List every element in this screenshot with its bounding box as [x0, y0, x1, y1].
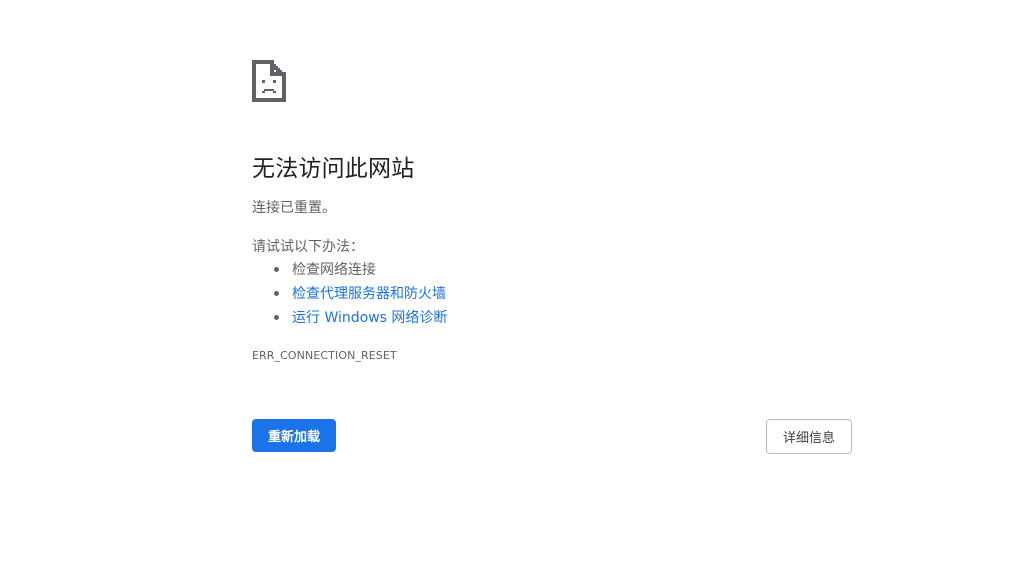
sad-page-icon — [252, 60, 286, 102]
details-button[interactable]: 详细信息 — [766, 419, 852, 454]
bullet-icon — [274, 315, 279, 320]
suggestion-item: 运行 Windows 网络诊断 — [252, 307, 447, 331]
error-title: 无法访问此网站 — [252, 156, 415, 182]
error-code: ERR_CONNECTION_RESET — [252, 349, 397, 362]
suggestions-list: 检查网络连接 检查代理服务器和防火墙 运行 Windows 网络诊断 — [252, 259, 447, 331]
suggestion-check-proxy-link[interactable]: 检查代理服务器和防火墙 — [292, 286, 446, 302]
reload-button[interactable]: 重新加载 — [252, 419, 336, 452]
suggestion-item: 检查网络连接 — [252, 259, 447, 283]
suggestion-network-diagnostics-link[interactable]: 运行 Windows 网络诊断 — [292, 310, 447, 326]
bullet-icon — [274, 291, 279, 296]
suggestion-item: 检查代理服务器和防火墙 — [252, 283, 447, 307]
error-description: 连接已重置。 — [252, 200, 336, 216]
suggestions-heading: 请试试以下办法： — [252, 239, 364, 255]
suggestion-check-network: 检查网络连接 — [292, 262, 376, 278]
error-page: 无法访问此网站 连接已重置。 请试试以下办法： 检查网络连接 检查代理服务器和防… — [0, 0, 1011, 581]
bullet-icon — [274, 267, 279, 272]
